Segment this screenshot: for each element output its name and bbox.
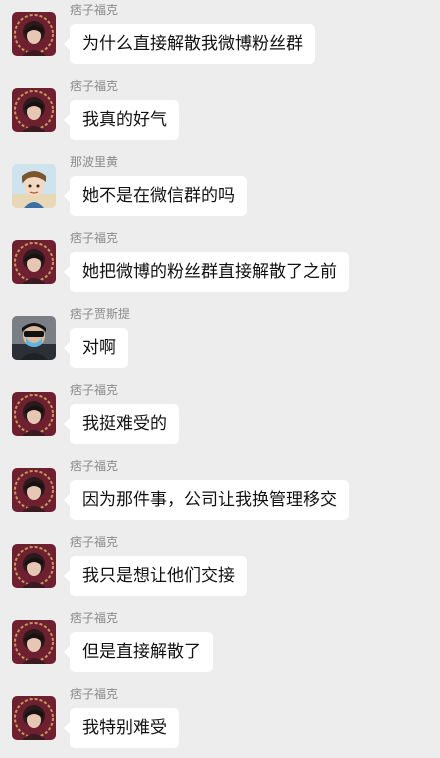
- avatar[interactable]: [12, 468, 56, 512]
- avatar[interactable]: [12, 164, 56, 208]
- avatar[interactable]: [12, 316, 56, 360]
- avatar[interactable]: [12, 12, 56, 56]
- message-bubble[interactable]: 我只是想让他们交接: [64, 556, 247, 596]
- avatar[interactable]: [12, 544, 56, 588]
- message-bubble[interactable]: 对啊: [64, 328, 128, 368]
- message-bubble[interactable]: 我特别难受: [64, 708, 179, 748]
- sender-name: 痞子福克: [70, 459, 119, 473]
- avatar[interactable]: [12, 240, 56, 284]
- avatar[interactable]: [12, 620, 56, 664]
- message-bubble[interactable]: 我挺难受的: [64, 404, 179, 444]
- message-bubble[interactable]: 因为那件事，公司让我换管理移交: [64, 480, 349, 520]
- message-bubble[interactable]: 她不是在微信群的吗: [64, 176, 247, 216]
- message-bubble[interactable]: 但是直接解散了: [64, 632, 213, 672]
- sender-name: 痞子福克: [70, 383, 119, 397]
- message-bubble[interactable]: 为什么直接解散我微博粉丝群: [64, 24, 315, 64]
- sender-name: 痞子福克: [70, 535, 119, 549]
- message-bubble[interactable]: 她把微博的粉丝群直接解散了之前: [64, 252, 349, 292]
- sender-name: 痞子福克: [70, 611, 119, 625]
- sender-name: 那波里黄: [70, 155, 119, 169]
- sender-name: 痞子福克: [70, 231, 119, 245]
- sender-name: 痞子福克: [70, 687, 119, 701]
- sender-name: 痞子贾斯提: [70, 307, 131, 321]
- avatar[interactable]: [12, 392, 56, 436]
- sender-name: 痞子福克: [70, 79, 119, 93]
- avatar[interactable]: [12, 696, 56, 740]
- sender-name: 痞子福克: [70, 3, 119, 17]
- avatar[interactable]: [12, 88, 56, 132]
- message-bubble[interactable]: 我真的好气: [64, 100, 179, 140]
